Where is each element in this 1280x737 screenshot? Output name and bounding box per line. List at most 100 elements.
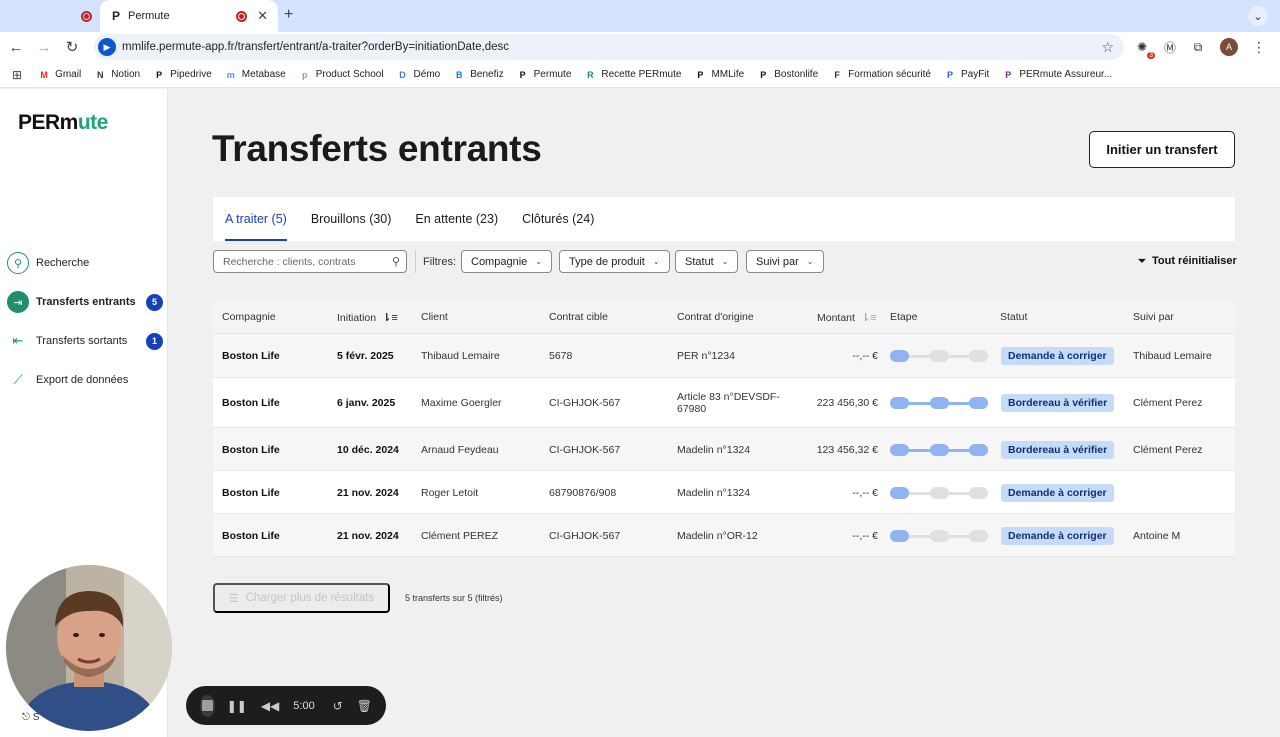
sidebar-item-label: Recherche (36, 257, 90, 269)
bookmarks-bar: ⊞ M Gmail N Notion P Pipedrive m Metabase p Produ… (0, 62, 1280, 88)
cell-montant: --,-- € (852, 487, 878, 499)
initiate-transfer-button[interactable]: Initier un transfert (1089, 131, 1235, 168)
bookmark-favicon-icon: p (301, 69, 308, 80)
bookmark-item[interactable]: P Permute (517, 69, 572, 81)
trash-icon[interactable]: 🗑 (357, 699, 372, 713)
bookmark-favicon-icon: P (946, 69, 953, 80)
bookmark-item[interactable]: N Notion (94, 69, 140, 81)
tab-brouillons[interactable]: Brouillons (30) (311, 197, 392, 241)
rewind-icon[interactable]: ◀◀ (261, 699, 279, 713)
list-icon: ☰ (228, 592, 239, 605)
reset-label: Tout réinitialiser (1152, 255, 1237, 267)
cell-client: Thibaud Lemaire (421, 350, 500, 362)
sidebar-item-export[interactable]: ⟋ Export de données (7, 368, 163, 392)
browser-toolbar: ← → ↻ ▶ mmlife.permute-app.fr/transfert/… (0, 32, 1280, 62)
cell-client: Roger Letoit (421, 487, 479, 499)
pause-icon[interactable]: ❚❚ (227, 699, 247, 713)
url-text[interactable]: mmlife.permute-app.fr/transfert/entrant/… (122, 41, 1101, 53)
filter-label: Suivi par (756, 255, 799, 268)
column-header-client: Client (421, 311, 448, 323)
reload-icon[interactable]: ↻ (58, 38, 86, 56)
bookmark-item[interactable]: F Formation sécurité (831, 69, 931, 81)
webcam-person-image (6, 565, 172, 731)
table-row[interactable]: Boston Life 21 nov. 2024 Clément PEREZ CI-G… (213, 514, 1235, 557)
extension-icon[interactable]: ✺ 3 (1132, 37, 1155, 59)
column-header-montant[interactable]: Montant ⇂≡ (817, 311, 877, 325)
tab-search-chevron-icon[interactable]: ⌄ (1248, 6, 1268, 26)
load-more-button[interactable]: ☰ Charger plus de résultats (213, 583, 390, 613)
column-header-contrat-cible: Contrat cible (549, 311, 608, 323)
permute-logo[interactable]: PERmute (18, 111, 108, 135)
bookmark-label: Bostonlife (774, 69, 819, 80)
column-header-initiation[interactable]: Initiation ⇂≡ (337, 311, 398, 325)
bookmark-item[interactable]: m Metabase (225, 69, 286, 81)
divider (415, 250, 416, 273)
table-row[interactable]: Boston Life 6 janv. 2025 Maxime Goergler CI… (213, 378, 1235, 428)
step-marker (890, 444, 909, 456)
site-info-icon[interactable]: ▶ (98, 38, 116, 56)
result-count: 5 transferts sur 5 (filtrés) (405, 593, 503, 603)
bookmark-label: Formation sécurité (848, 69, 931, 80)
webcam-overlay[interactable] (6, 565, 172, 731)
filter-suivi-par[interactable]: Suivi par ⌄ (746, 250, 824, 273)
search-input[interactable] (223, 255, 392, 268)
restart-icon[interactable]: ↺ (333, 699, 343, 713)
table-row[interactable]: Boston Life 21 nov. 2024 Roger Letoit 68790… (213, 471, 1235, 514)
table-row[interactable]: Boston Life 10 déc. 2024 Arnaud Feydeau CI-… (213, 428, 1235, 471)
sidebar-item-transferts-sortants[interactable]: ⇤ Transferts sortants 1 (7, 329, 163, 353)
filter-compagnie[interactable]: Compagnie ⌄ (461, 250, 552, 273)
recording-icon (80, 10, 92, 22)
filter-statut[interactable]: Statut ⌄ (675, 250, 739, 273)
back-arrow-icon[interactable]: ← (2, 39, 30, 56)
sidebar-item-transferts-entrants[interactable]: ⇥ Transferts entrants 5 (7, 290, 163, 314)
sidebar-footer-item[interactable]: ⎋ S (22, 712, 39, 723)
cell-contrat-cible: 5678 (549, 350, 573, 362)
bookmark-label: Gmail (55, 69, 82, 80)
filter-type-produit[interactable]: Type de produit ⌄ (559, 250, 670, 273)
tab-clotures[interactable]: Clôturés (24) (522, 197, 594, 241)
table-row[interactable]: Boston Life 5 févr. 2025 Thibaud Lemaire 56… (213, 334, 1235, 378)
sort-desc-icon[interactable]: ⇂≡ (382, 311, 398, 324)
bookmark-item[interactable]: P Bostonlife (757, 69, 818, 81)
extensions-puzzle-icon[interactable]: ⧉ (1188, 37, 1208, 57)
permute-favicon-icon: P (112, 9, 121, 23)
browser-tab-permute[interactable]: P Permute ✕ (100, 0, 278, 32)
bookmark-item[interactable]: D Démo (397, 69, 440, 81)
tab-a-traiter[interactable]: A traiter (5) (225, 197, 287, 241)
browser-tab-recording[interactable] (68, 0, 104, 32)
profile-avatar[interactable]: A (1220, 38, 1238, 56)
cell-montant: 223 456,30 € (816, 397, 878, 409)
bookmark-item[interactable]: P Pipedrive (153, 69, 212, 81)
bookmark-favicon-icon: F (834, 69, 840, 80)
tab-en-attente[interactable]: En attente (23) (415, 197, 498, 241)
sidebar-item-label: Transferts entrants (36, 296, 136, 308)
filters-label: Filtres: (423, 256, 456, 268)
bookmark-item[interactable]: P MMLife (694, 69, 744, 81)
cell-contrat-cible: CI-GHJOK-567 (549, 444, 621, 456)
cell-suivi-par: Thibaud Lemaire (1133, 350, 1212, 362)
address-bar[interactable]: ▶ mmlife.permute-app.fr/transfert/entran… (94, 34, 1124, 60)
bookmark-item[interactable]: P PayFit (944, 69, 989, 81)
bookmark-item[interactable]: B Benefiz (453, 69, 504, 81)
close-icon[interactable]: ✕ (257, 8, 268, 24)
bookmark-item[interactable]: M Gmail (38, 69, 81, 81)
bookmark-favicon-icon: P (156, 69, 163, 80)
browser-menu-icon[interactable]: ⋮ (1252, 39, 1266, 56)
forward-arrow-icon[interactable]: → (30, 39, 58, 56)
bookmark-item[interactable]: P PERmute Assureur... (1002, 69, 1112, 81)
bookmark-item[interactable]: R Recette PERmute (584, 69, 681, 81)
search-field[interactable]: ⚲ (213, 250, 407, 273)
step-marker (969, 530, 988, 542)
bookmark-item[interactable]: p Product School (299, 69, 384, 81)
new-tab-button[interactable]: + (284, 6, 293, 24)
column-label: Montant (817, 311, 855, 324)
stop-recording-button[interactable] (200, 694, 215, 717)
sidebar-item-recherche[interactable]: ⚲ Recherche (7, 251, 163, 275)
extension-m-icon[interactable]: Ⓜ (1160, 37, 1180, 57)
sidebar-item-label: Export de données (36, 374, 129, 386)
sort-icon[interactable]: ⇂≡ (861, 311, 877, 324)
bookmark-star-icon[interactable]: ☆ (1101, 39, 1114, 56)
apps-grid-icon[interactable]: ⊞ (12, 68, 22, 82)
reset-filters-button[interactable]: ⏷ Tout réinitialiser (1138, 255, 1237, 267)
cell-initiation-date: 6 janv. 2025 (337, 397, 396, 409)
